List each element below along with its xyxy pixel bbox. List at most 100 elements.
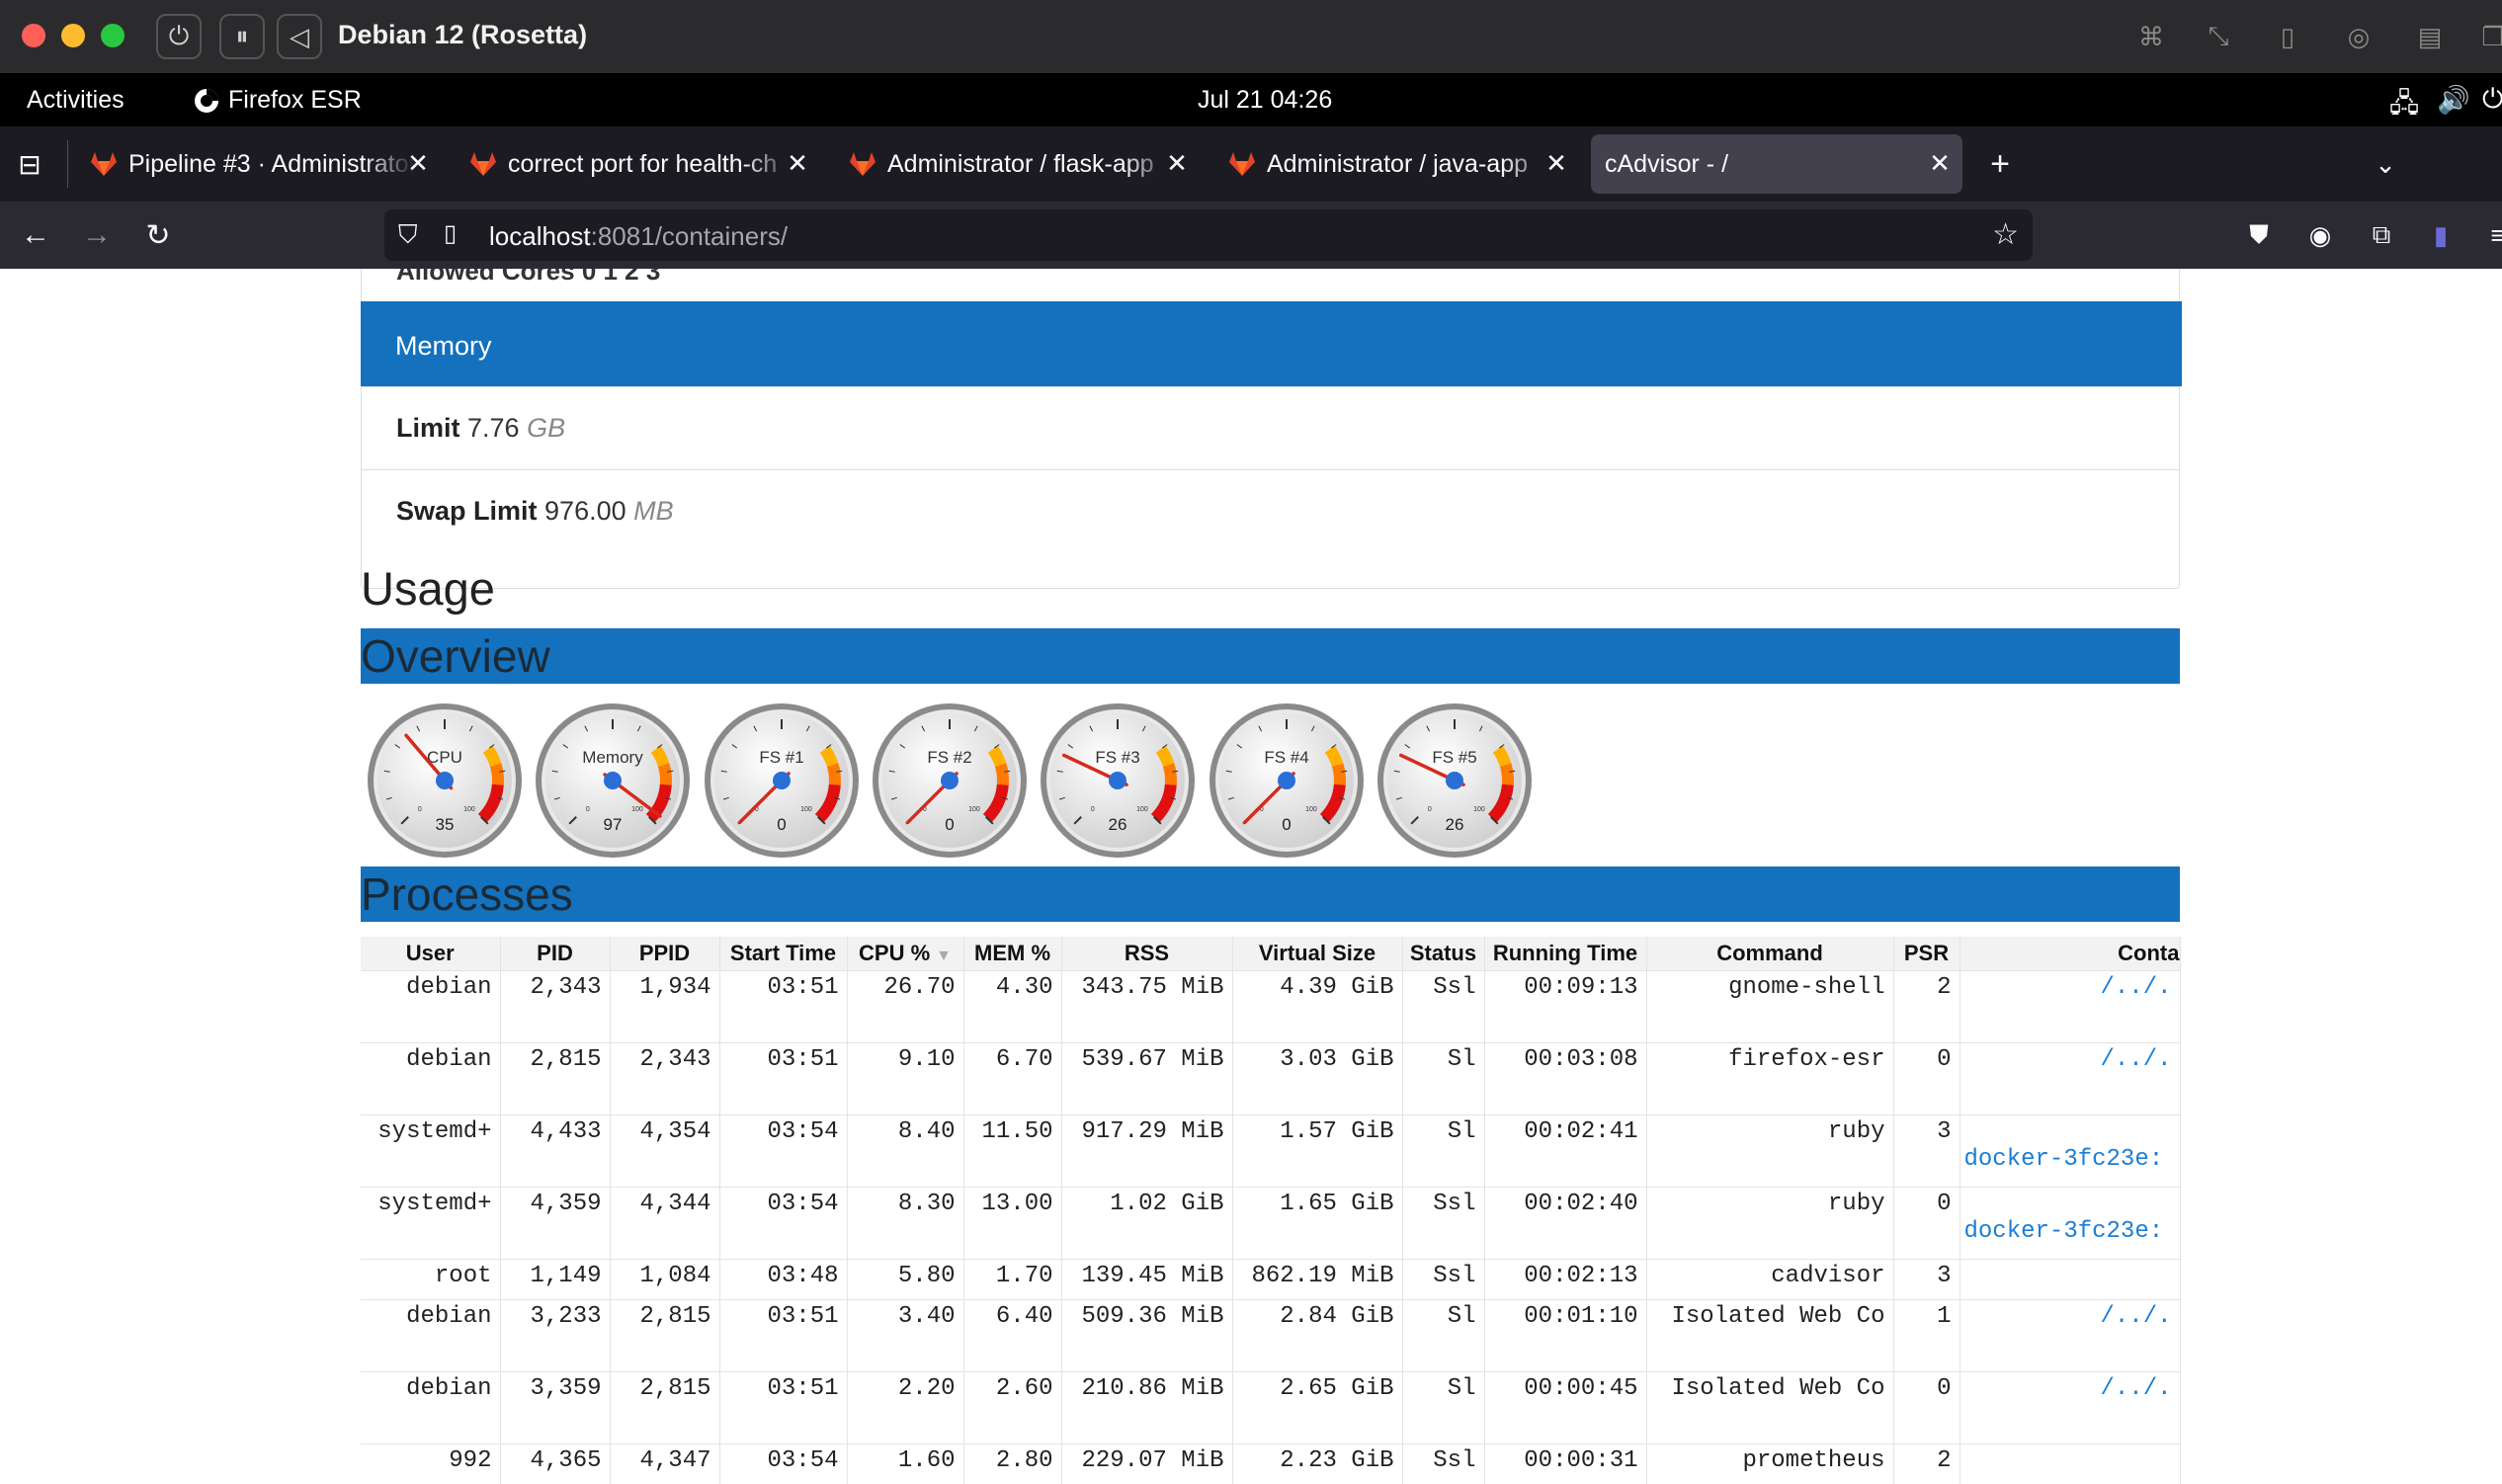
cell-rss: 229.07 MiB [1061, 1443, 1233, 1484]
column-header-start-time[interactable]: Start Time [719, 937, 848, 970]
usb-icon[interactable]: ▯ [2269, 18, 2306, 55]
tab-close-icon[interactable]: ✕ [403, 148, 433, 178]
back-arrow-icon[interactable]: ← [16, 215, 55, 255]
gauge-label: Memory [582, 748, 643, 767]
column-header-label: Conta [2118, 940, 2180, 965]
column-header-virtual-size[interactable]: Virtual Size [1232, 937, 1403, 970]
column-header-label: PPID [638, 940, 691, 965]
column-header-command[interactable]: Command [1646, 937, 1894, 970]
command-key-icon[interactable]: ⌘ [2132, 18, 2170, 55]
window-zoom-button[interactable] [101, 24, 125, 47]
pocket-icon[interactable]: ⛊ [2239, 215, 2279, 255]
cell-command: gnome-shell [1646, 969, 1894, 1042]
column-header-running-time[interactable]: Running Time [1484, 937, 1647, 970]
activities-button[interactable]: Activities [27, 86, 125, 115]
new-tab-plus-icon[interactable]: + [1980, 144, 2020, 184]
column-header-psr[interactable]: PSR [1893, 937, 1960, 970]
cell-running: 00:02:40 [1484, 1186, 1647, 1259]
power-icon[interactable]: ⏻ [156, 14, 202, 59]
cell-vsz: 862.19 MiB [1232, 1258, 1403, 1299]
column-header-label: Start Time [729, 940, 837, 965]
volume-icon[interactable]: 🔊 [2437, 84, 2470, 116]
resize-icon[interactable]: ⤡ [2200, 18, 2237, 55]
account-icon[interactable]: ◉ [2300, 215, 2340, 255]
column-header-user[interactable]: User [361, 937, 501, 970]
column-header-label: Running Time [1492, 940, 1638, 965]
container-link[interactable]: /../. [2100, 1303, 2171, 1330]
column-header-rss[interactable]: RSS [1061, 937, 1233, 970]
cell-ppid: 4,344 [610, 1186, 720, 1259]
extensions-icon[interactable]: ⧉ [2362, 215, 2401, 255]
tab-java-app[interactable]: Administrator / java-app ✕ [1221, 134, 1579, 194]
cell-cpu: 5.80 [847, 1258, 964, 1299]
window-minimize-button[interactable] [61, 24, 85, 47]
reload-icon[interactable]: ↻ [138, 215, 178, 255]
tab-close-icon[interactable]: ✕ [1925, 148, 1955, 178]
column-header-cpu[interactable]: CPU % ▼ [847, 937, 964, 970]
firefox-view-icon[interactable]: ⊟ [10, 144, 49, 184]
network-icon[interactable]: 🖧 [2389, 84, 2419, 129]
column-header-status[interactable]: Status [1402, 937, 1485, 970]
cell-status: Ssl [1402, 1443, 1485, 1484]
container-link[interactable]: /../. [2100, 974, 2171, 1001]
cell-vsz: 1.65 GiB [1232, 1186, 1403, 1259]
tab-cadvisor[interactable]: cAdvisor - / ✕ [1591, 134, 1962, 194]
column-header-pid[interactable]: PID [500, 937, 611, 970]
tab-close-icon[interactable]: ✕ [1162, 148, 1192, 178]
limit-label: Limit [396, 413, 460, 443]
gitlab-icon [1229, 152, 1255, 176]
app-menu[interactable]: Firefox ESR [193, 86, 362, 115]
tab-close-icon[interactable]: ✕ [1542, 148, 1571, 178]
cell-status: Sl [1402, 1370, 1485, 1443]
power-menu-icon[interactable]: ⏻ [2482, 84, 2502, 116]
tab-list-chevron-down-icon[interactable]: ⌄ [2366, 144, 2405, 184]
network-share-icon[interactable]: ◎ [2340, 18, 2377, 55]
shield-icon[interactable]: ⛉ [398, 219, 418, 251]
bookmark-star-icon[interactable]: ☆ [1992, 217, 2019, 252]
container-link[interactable]: /../. [2100, 1046, 2171, 1073]
container-link[interactable]: docker-3fc23e: [1964, 1218, 2172, 1245]
cell-mem: 2.80 [963, 1443, 1062, 1484]
tab-pipeline[interactable]: Pipeline #3 · Administrator ✕ [83, 134, 441, 194]
back-triangle-icon[interactable]: ◁ [277, 14, 322, 59]
gauge-max-label: 100 [800, 806, 812, 813]
cell-psr: 0 [1893, 1041, 1960, 1114]
gauge-value: 0 [945, 815, 954, 834]
extension-icon[interactable]: ▮ [2421, 215, 2460, 255]
cell-ppid: 1,084 [610, 1258, 720, 1299]
cell-start: 03:51 [719, 1298, 848, 1371]
gauge-hub [1109, 772, 1126, 789]
window-close-button[interactable] [22, 24, 45, 47]
tab-flask-app[interactable]: Administrator / flask-app ✕ [842, 134, 1200, 194]
sort-desc-icon: ▼ [936, 947, 952, 964]
shared-folder-icon[interactable]: ▤ [2411, 18, 2449, 55]
window-copy-icon[interactable]: ❐ [2474, 18, 2502, 55]
cell-start: 03:48 [719, 1258, 848, 1299]
column-header-ppid[interactable]: PPID [610, 937, 720, 970]
container-link[interactable]: /../. [2100, 1375, 2171, 1402]
tab-correct-port[interactable]: correct port for health-ch ✕ [462, 134, 820, 194]
menu-icon[interactable]: ≡ [2478, 215, 2502, 255]
gauge-label: FS #3 [1095, 748, 1139, 767]
cell-container: docker-3fc23e: [1960, 1113, 2181, 1187]
cell-mem: 2.60 [963, 1370, 1062, 1443]
clock[interactable]: Jul 21 04:26 [1198, 86, 1332, 115]
tab-title: Administrator / java-app [1267, 149, 1529, 178]
cell-user: debian [361, 1370, 501, 1443]
url-bar[interactable]: ⛉ ▯ localhost:8081/containers/ ☆ [384, 209, 2033, 261]
cell-mem: 4.30 [963, 969, 1062, 1042]
cell-ppid: 2,343 [610, 1041, 720, 1114]
forward-arrow-icon[interactable]: → [77, 215, 117, 255]
container-link[interactable]: docker-3fc23e: [1964, 1146, 2172, 1173]
tab-close-icon[interactable]: ✕ [783, 148, 812, 178]
gauge-label: FS #1 [759, 748, 803, 767]
cell-pid: 2,343 [500, 969, 611, 1042]
column-header-mem[interactable]: MEM % [963, 937, 1062, 970]
column-header-conta[interactable]: Conta [1960, 937, 2181, 970]
page-info-icon[interactable]: ▯ [444, 219, 457, 248]
pause-icon[interactable]: ⏸ [219, 14, 265, 59]
column-header-label: User [405, 940, 455, 965]
cell-running: 00:01:10 [1484, 1298, 1647, 1371]
cell-container [1960, 1258, 2181, 1299]
process-table-header: User PID PPID Start Time CPU % ▼ MEM % RSS Virtu… [361, 937, 2181, 970]
